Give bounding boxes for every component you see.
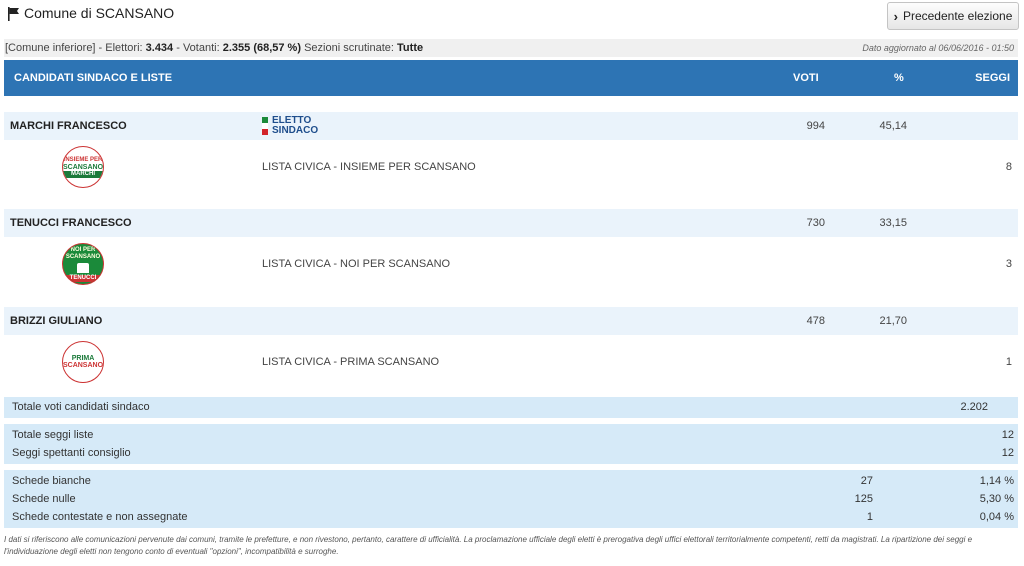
ballot-row: Schede contestate e non assegnate 1 0,04… <box>4 508 1018 526</box>
chevron-right-icon: › <box>893 8 898 24</box>
candidate-pct: 45,14 <box>879 120 907 132</box>
seats-summary: Totale seggi liste 12 Seggi spettanti co… <box>4 424 1018 464</box>
list-seats-label: Totale seggi liste <box>12 429 94 441</box>
page-title: Comune di SCANSANO <box>24 5 175 21</box>
updated-timestamp: Dato aggiornato al 06/06/2016 - 01:50 <box>862 43 1014 53</box>
list-seats: 8 <box>1005 161 1012 173</box>
ballot-pct: 5,30 % <box>979 493 1014 505</box>
candidate-votes: 994 <box>806 120 825 132</box>
candidate-name: BRIZZI GIULIANO <box>10 315 103 327</box>
results-table-header: CANDIDATI SINDACO E LISTE VOTI % SEGGI <box>4 60 1018 96</box>
voters-label: Votanti: <box>182 42 220 54</box>
ballots-summary: Schede bianche 27 1,14 % Schede nulle 12… <box>4 470 1018 528</box>
voters-count: 2.355 <box>222 42 251 54</box>
ballot-count: 125 <box>854 493 873 505</box>
sections-label: Sezioni scrutinate: <box>304 42 394 54</box>
elected-mayor-badge: ELETTO SINDACO <box>262 115 318 137</box>
candidate-votes: 730 <box>806 217 825 229</box>
candidate-row: MARCHI FRANCESCO ELETTO SINDACO 994 45,1… <box>4 112 1018 140</box>
candidate-pct: 21,70 <box>879 315 907 327</box>
disclaimer-footnote: I dati si riferiscono alle comunicazioni… <box>4 535 973 556</box>
electors-count: 3.434 <box>145 42 174 54</box>
col-seats: SEGGI <box>975 72 1010 84</box>
ballot-label: Schede bianche <box>12 475 91 487</box>
turnout: (68,57 %) <box>253 42 302 54</box>
list-logo-icon: PRIMA SCANSANO <box>62 341 104 383</box>
candidate-row: TENUCCI FRANCESCO 730 33,15 <box>4 209 1018 237</box>
candidate-name: MARCHI FRANCESCO <box>10 120 127 132</box>
ballot-count: 27 <box>860 475 873 487</box>
ballot-row: Schede bianche 27 1,14 % <box>4 472 1018 490</box>
list-seats-value: 12 <box>1001 429 1014 441</box>
ballot-label: Schede contestate e non assegnate <box>12 511 188 523</box>
candidate-pct: 33,15 <box>879 217 907 229</box>
electors-label: Elettori: <box>105 42 143 54</box>
list-seats: 3 <box>1005 258 1012 270</box>
ballot-row: Schede nulle 125 5,30 % <box>4 490 1018 508</box>
list-name: LISTA CIVICA - INSIEME PER SCANSANO <box>262 161 476 173</box>
col-candidates: CANDIDATI SINDACO E LISTE <box>14 72 173 84</box>
info-bar: [Comune inferiore] - Elettori: 3.434 - V… <box>4 39 1018 57</box>
ballot-pct: 0,04 % <box>979 511 1014 523</box>
flag-icon <box>8 7 19 21</box>
elected-line2: SINDACO <box>272 125 319 136</box>
list-row: INSIEME PER SCANSANO MARCHI LISTA CIVICA… <box>4 140 1018 196</box>
total-votes-value: 2.202 <box>960 401 988 413</box>
list-logo-icon: INSIEME PER SCANSANO MARCHI <box>62 146 104 188</box>
list-row: PRIMA SCANSANO LISTA CIVICA - PRIMA SCAN… <box>4 335 1018 391</box>
list-logo-icon: NOI PER SCANSANO TENUCCI <box>62 243 104 285</box>
candidate-votes-total: Totale voti candidati sindaco 2.202 <box>4 397 1018 418</box>
italian-flag-icon <box>262 117 268 135</box>
candidate-row: BRIZZI GIULIANO 478 21,70 <box>4 307 1018 335</box>
ballot-pct: 1,14 % <box>979 475 1014 487</box>
municipality-type: [Comune inferiore] <box>5 42 96 54</box>
list-row: NOI PER SCANSANO TENUCCI LISTA CIVICA - … <box>4 237 1018 293</box>
previous-election-label: Precedente elezione <box>902 9 1013 23</box>
council-seats-label: Seggi spettanti consiglio <box>12 447 131 459</box>
ballot-count: 1 <box>866 511 873 523</box>
previous-election-button[interactable]: › Precedente elezione <box>887 2 1019 30</box>
sections-value: Tutte <box>397 42 424 54</box>
ballot-label: Schede nulle <box>12 493 76 505</box>
col-votes: VOTI <box>793 72 819 84</box>
col-pct: % <box>894 72 904 84</box>
list-seats: 1 <box>1005 356 1012 368</box>
list-name: LISTA CIVICA - PRIMA SCANSANO <box>262 356 440 368</box>
candidate-name: TENUCCI FRANCESCO <box>10 217 132 229</box>
list-name: LISTA CIVICA - NOI PER SCANSANO <box>262 258 451 270</box>
page-header: Comune di SCANSANO › Precedente elezione <box>4 2 1020 32</box>
candidate-votes: 478 <box>806 315 825 327</box>
council-seats-value: 12 <box>1001 447 1014 459</box>
total-votes-label: Totale voti candidati sindaco <box>12 401 150 413</box>
